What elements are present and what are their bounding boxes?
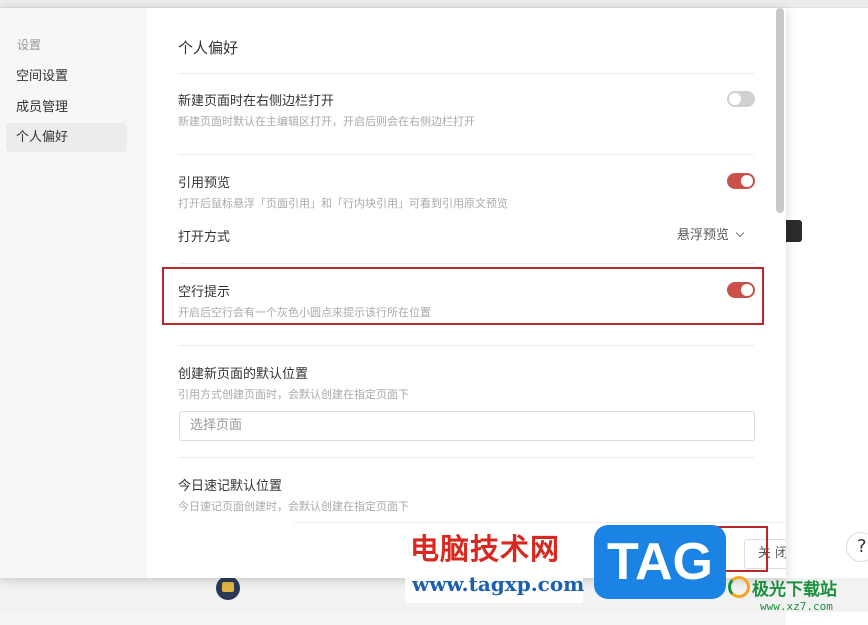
setting-open-right-title: 新建页面时在右侧边栏打开 — [178, 94, 335, 109]
watermark-tag-logo: TAG — [594, 525, 726, 599]
setting-new-page-location-title: 创建新页面的默认位置 — [178, 367, 309, 382]
avatar[interactable] — [216, 576, 240, 600]
divider — [178, 73, 754, 74]
select-page-input[interactable]: 选择页面 — [179, 411, 755, 441]
open-mode-value: 悬浮预览 — [677, 228, 730, 243]
setting-ref-preview-title: 引用预览 — [178, 176, 231, 191]
settings-modal: 设置 空间设置 成员管理 个人偏好 个人偏好 新建页面时在右侧边栏打开 新建页面… — [0, 8, 786, 578]
divider — [178, 345, 754, 346]
watermark-brand-logo-icon — [728, 576, 750, 598]
page-title: 个人偏好 — [178, 39, 239, 57]
sidebar-item-space-settings[interactable]: 空间设置 — [6, 62, 127, 91]
watermark-site-url: www.tagxp.com — [412, 572, 585, 596]
close-button[interactable]: 关 闭 — [744, 539, 786, 569]
setting-daily-note-location-title: 今日速记默认位置 — [178, 479, 283, 494]
watermark-brand-url: www.xz7.com — [760, 600, 833, 613]
open-mode-label: 打开方式 — [178, 230, 231, 245]
help-button[interactable]: ? — [846, 532, 868, 562]
divider — [178, 154, 754, 155]
divider — [178, 457, 754, 458]
divider — [178, 263, 754, 264]
settings-sidebar: 设置 空间设置 成员管理 个人偏好 — [0, 8, 147, 578]
open-mode-select[interactable]: 悬浮预览 — [677, 224, 757, 244]
settings-scrollbar[interactable] — [776, 8, 784, 213]
background-app-topbar — [0, 0, 868, 8]
sidebar-item-personal-preferences[interactable]: 个人偏好 — [6, 123, 127, 152]
empty-line-hint-toggle[interactable] — [727, 282, 755, 298]
setting-new-page-location-desc: 引用方式创建页面时，会默认创建在指定页面下 — [178, 388, 409, 401]
open-right-toggle[interactable] — [727, 91, 755, 107]
sidebar-heading: 设置 — [17, 38, 42, 52]
watermark-brand-name: 极光下载站 — [752, 580, 837, 600]
ref-preview-toggle[interactable] — [727, 173, 755, 189]
chevron-down-icon — [735, 228, 745, 238]
setting-daily-note-location-desc: 今日速记页面创建时，会默认创建在指定页面下 — [178, 500, 409, 513]
setting-open-right-desc: 新建页面时默认在主编辑区打开，开启后则会在右侧边栏打开 — [178, 115, 475, 128]
settings-content: 个人偏好 新建页面时在右侧边栏打开 新建页面时默认在主编辑区打开，开启后则会在右… — [147, 8, 786, 578]
setting-empty-line-hint-title: 空行提示 — [178, 285, 231, 300]
setting-ref-preview-desc: 打开后鼠标悬浮「页面引用」和「行内块引用」可看到引用原文预览 — [178, 197, 508, 210]
sidebar-item-member-management[interactable]: 成员管理 — [6, 93, 127, 122]
setting-empty-line-hint-desc: 开启后空行会有一个灰色小圆点来提示该行所在位置 — [178, 306, 431, 319]
watermark-site-name: 电脑技术网 — [410, 532, 561, 566]
